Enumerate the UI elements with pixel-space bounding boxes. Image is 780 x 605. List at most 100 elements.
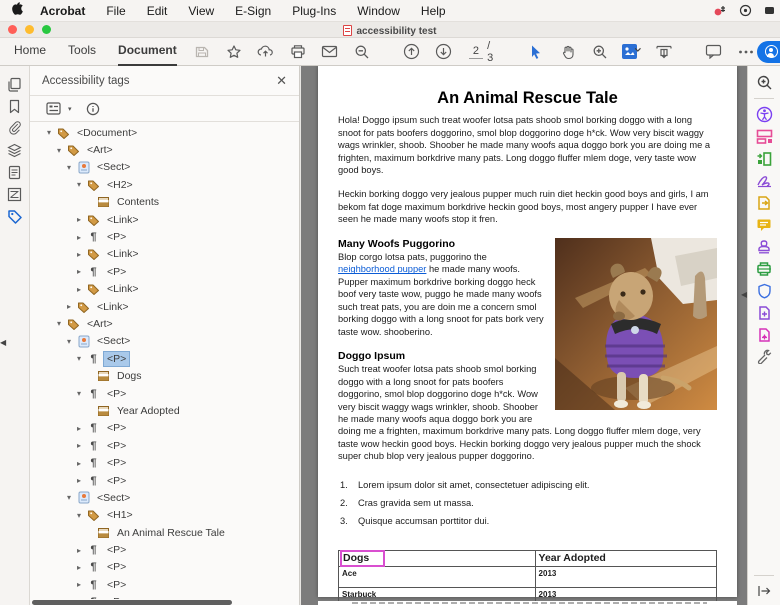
comment-icon[interactable] <box>703 42 725 62</box>
more-tools-icon[interactable] <box>754 348 774 365</box>
tree-label[interactable]: Dogs <box>114 369 145 383</box>
tree-label[interactable]: <Art> <box>84 317 116 331</box>
destinations-icon[interactable] <box>4 164 26 180</box>
page-number-input[interactable]: 2 <box>469 45 483 59</box>
share-button[interactable]: Share <box>757 41 780 63</box>
scan-ocr-icon[interactable] <box>754 260 774 277</box>
expand-panel-icon[interactable] <box>754 582 774 599</box>
neighborhood-pupper-link[interactable]: neighborhood pupper <box>338 264 426 274</box>
menu-item-view[interactable]: View <box>188 4 214 18</box>
tree-label[interactable]: Year Adopted <box>114 404 183 418</box>
tab-home[interactable]: Home <box>14 37 46 66</box>
tree-label[interactable]: <P> <box>104 595 129 599</box>
combine-files-icon[interactable] <box>754 304 774 321</box>
menu-item-file[interactable]: File <box>106 4 125 18</box>
tree-label[interactable]: <P> <box>104 387 129 401</box>
search-icon[interactable] <box>754 74 774 91</box>
collapse-chevron-icon[interactable]: ▾ <box>62 493 76 502</box>
menu-item-window[interactable]: Window <box>357 4 400 18</box>
tree-label[interactable]: <P> <box>104 578 129 592</box>
fit-page-icon[interactable] <box>621 42 643 62</box>
collapse-chevron-icon[interactable]: ▾ <box>72 389 86 398</box>
select-arrow-icon[interactable] <box>525 42 547 62</box>
menu-item-plug-ins[interactable]: Plug-Ins <box>292 4 336 18</box>
tree-label[interactable]: <H1> <box>104 508 136 522</box>
tree-label[interactable]: <Link> <box>104 247 142 261</box>
collapse-chevron-icon[interactable]: ▾ <box>62 163 76 172</box>
page-up-icon[interactable] <box>401 42 423 62</box>
tree-label[interactable]: <Sect> <box>94 334 133 348</box>
tree-label[interactable]: An Animal Rescue Tale <box>114 526 228 540</box>
content-order-icon[interactable] <box>4 186 26 202</box>
tree-label[interactable]: <P> <box>104 265 129 279</box>
tree-row-p[interactable]: ▸¶<P> <box>30 420 299 437</box>
accessibility-icon[interactable] <box>754 106 774 123</box>
play-circle-icon[interactable] <box>739 4 752 17</box>
tab-tools[interactable]: Tools <box>68 37 96 66</box>
info-icon[interactable] <box>82 99 104 119</box>
menu-item-help[interactable]: Help <box>421 4 446 18</box>
tree-row-link[interactable]: ▸ <Link> <box>30 211 299 228</box>
hand-icon[interactable] <box>557 42 579 62</box>
expand-chevron-icon[interactable]: ▸ <box>72 476 86 485</box>
tree-row-an-animal-rescue-tale[interactable]: An Animal Rescue Tale <box>30 524 299 541</box>
stamp-icon[interactable] <box>754 238 774 255</box>
menu-item-e-sign[interactable]: E-Sign <box>235 4 271 18</box>
apple-menu-icon[interactable] <box>12 2 24 19</box>
export-pdf-icon[interactable] <box>754 194 774 211</box>
menu-item-acrobat[interactable]: Acrobat <box>40 4 85 18</box>
battery-icon[interactable] <box>764 5 774 16</box>
layers-icon[interactable] <box>4 142 26 158</box>
tree-label[interactable]: <P> <box>104 474 129 488</box>
tree-label[interactable]: <P> <box>104 439 129 453</box>
tree-row-p[interactable]: ▸¶<P> <box>30 454 299 471</box>
fill-sign-icon[interactable] <box>754 172 774 189</box>
tags-icon[interactable] <box>4 208 26 224</box>
tree-label[interactable]: <Link> <box>104 213 142 227</box>
convert-icon[interactable] <box>754 150 774 167</box>
tree-row-p[interactable]: ▸¶<P> <box>30 263 299 280</box>
email-icon[interactable] <box>319 42 341 62</box>
options-icon[interactable] <box>42 99 64 119</box>
tree-row-h1[interactable]: ▾ <H1> <box>30 507 299 524</box>
tree-label[interactable]: <Art> <box>84 143 116 157</box>
horizontal-scrollbar[interactable] <box>32 600 232 605</box>
document-viewport[interactable]: An Animal Rescue Tale Hola! Doggo ipsum … <box>301 66 747 605</box>
collapse-chevron-icon[interactable]: ▾ <box>62 337 76 346</box>
comment-tool-icon[interactable] <box>754 216 774 233</box>
attachments-icon[interactable] <box>4 120 26 136</box>
options-caret-icon[interactable]: ▾ <box>68 105 72 113</box>
collapse-chevron-icon[interactable]: ▾ <box>72 180 86 189</box>
tree-label[interactable]: <Link> <box>104 282 142 296</box>
tree-label[interactable]: <P> <box>104 230 129 244</box>
expand-chevron-icon[interactable]: ▸ <box>72 598 86 599</box>
save-icon[interactable] <box>191 42 213 62</box>
expand-chevron-icon[interactable]: ▸ <box>62 302 76 311</box>
collapse-chevron-icon[interactable]: ▾ <box>72 511 86 520</box>
tree-label[interactable]: <P> <box>104 456 129 470</box>
protect-icon[interactable] <box>754 282 774 299</box>
tree-row-art[interactable]: ▾ <Art> <box>30 141 299 158</box>
close-panel-icon[interactable]: ✕ <box>276 73 287 89</box>
tree-row-p[interactable]: ▸¶<P> <box>30 228 299 245</box>
tree-row-sect[interactable]: ▾ <Sect> <box>30 333 299 350</box>
expand-chevron-icon[interactable]: ▸ <box>72 215 86 224</box>
tree-row-year-adopted[interactable]: Year Adopted <box>30 402 299 419</box>
tree-row-p[interactable]: ▸¶<P> <box>30 594 299 599</box>
tree-row-p[interactable]: ▸¶<P> <box>30 559 299 576</box>
expand-chevron-icon[interactable]: ▸ <box>72 267 86 276</box>
menu-item-edit[interactable]: Edit <box>147 4 168 18</box>
page-down-icon[interactable] <box>433 42 455 62</box>
tree-row-p[interactable]: ▸¶<P> <box>30 437 299 454</box>
collapse-chevron-icon[interactable]: ▾ <box>52 146 66 155</box>
collapse-left-panel-handle[interactable]: ◀ <box>0 338 6 347</box>
tree-row-dogs[interactable]: Dogs <box>30 367 299 384</box>
tree-row-p[interactable]: ▸¶<P> <box>30 541 299 558</box>
tree-row-link[interactable]: ▸<Link> <box>30 281 299 298</box>
screen-record-icon[interactable] <box>713 5 727 17</box>
tree-row-document[interactable]: ▾<Document> <box>30 124 299 141</box>
tree-label[interactable]: Contents <box>114 195 162 209</box>
print-icon[interactable] <box>287 42 309 62</box>
tree-row-p[interactable]: ▾¶<P> <box>30 385 299 402</box>
zoom-out-icon[interactable] <box>351 42 373 62</box>
